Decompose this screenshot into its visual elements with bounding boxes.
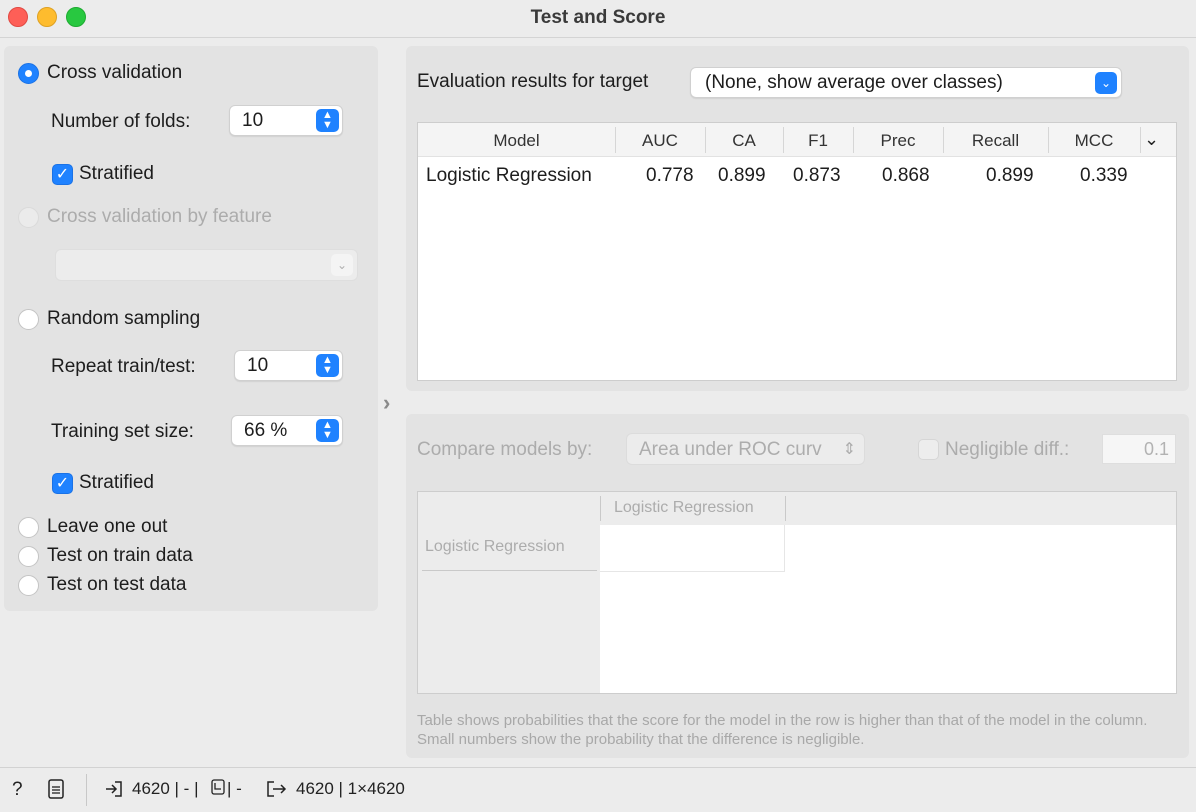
comparison-note: Table shows probabilities that the score… xyxy=(417,712,1148,748)
cell-f1: 0.873 xyxy=(793,165,841,186)
comparison-row-header: Logistic Regression xyxy=(425,538,565,555)
test-on-train-label: Test on train data xyxy=(47,545,193,566)
test-on-test-label: Test on test data xyxy=(47,574,187,595)
target-dropdown[interactable]: (None, show average over classes) ⌄ xyxy=(690,67,1122,98)
negligible-diff-checkbox[interactable] xyxy=(918,439,939,460)
column-header-ca[interactable]: CA xyxy=(705,131,783,151)
input-summary: 4620 | - | xyxy=(132,779,199,798)
repeat-train-test-value: 10 xyxy=(247,355,269,376)
random-sampling-label: Random sampling xyxy=(47,308,201,329)
cell-model: Logistic Regression xyxy=(426,165,592,186)
test-on-test-radio[interactable] xyxy=(18,575,39,596)
results-table-header: Model AUC CA F1 Prec Recall MCC xyxy=(418,123,1176,157)
input-summary-tail: | - xyxy=(227,779,242,798)
cell-auc: 0.778 xyxy=(646,165,694,186)
training-set-size-dropdown[interactable]: 66 % ▲ ▼ xyxy=(231,415,343,446)
column-header-prec[interactable]: Prec xyxy=(853,131,943,151)
column-header-auc[interactable]: AUC xyxy=(615,131,705,151)
status-bar: ? 4620 | - | | - 4620 | 1×4620 xyxy=(0,767,1196,812)
compare-models-value: Area under ROC curv xyxy=(639,439,822,460)
rs-stratified-checkbox[interactable]: ✓ xyxy=(52,473,73,494)
target-value: (None, show average over classes) xyxy=(705,72,1003,93)
cross-validation-radio[interactable] xyxy=(18,63,39,84)
comparison-cell[interactable] xyxy=(600,525,785,572)
title-bar: Test and Score xyxy=(0,0,1196,38)
report-icon[interactable] xyxy=(48,779,64,804)
repeat-train-test-label: Repeat train/test: xyxy=(51,356,196,377)
input-icon xyxy=(104,779,124,804)
chevron-down-icon[interactable]: ⌄ xyxy=(1144,129,1159,150)
cv-stratified-label: Stratified xyxy=(79,163,154,184)
updown-chevron-icon: ⇕ xyxy=(842,441,856,458)
help-icon[interactable]: ? xyxy=(12,779,23,801)
test-on-train-radio[interactable] xyxy=(18,546,39,567)
cell-mcc: 0.339 xyxy=(1080,165,1128,186)
column-header-model[interactable]: Model xyxy=(418,131,615,151)
cell-recall: 0.899 xyxy=(986,165,1034,186)
stepper-icon[interactable]: ▲ ▼ xyxy=(316,109,339,132)
cv-stratified-checkbox[interactable]: ✓ xyxy=(52,164,73,185)
training-set-size-label: Training set size: xyxy=(51,421,194,442)
compare-models-label: Compare models by: xyxy=(417,439,593,460)
window-title: Test and Score xyxy=(530,7,666,28)
cell-ca: 0.899 xyxy=(718,165,766,186)
repeat-train-test-spinbox[interactable]: 10 ▲ ▼ xyxy=(234,350,343,381)
chevron-down-icon: ⌄ xyxy=(331,254,353,276)
comparison-column-header: Logistic Regression xyxy=(614,499,754,516)
cell-prec: 0.868 xyxy=(882,165,930,186)
negligible-diff-input[interactable]: 0.1 xyxy=(1102,434,1176,464)
cv-by-feature-label: Cross validation by feature xyxy=(47,206,272,227)
column-header-mcc[interactable]: MCC xyxy=(1048,131,1140,151)
stepper-icon[interactable]: ▲ ▼ xyxy=(316,354,339,377)
output-summary: 4620 | 1×4620 xyxy=(296,779,405,798)
training-set-size-value: 66 % xyxy=(244,420,288,441)
target-label: Evaluation results for target xyxy=(417,71,649,92)
negligible-diff-label: Negligible diff.: xyxy=(945,439,1070,460)
compare-models-dropdown[interactable]: Area under ROC curv ⇕ xyxy=(626,433,865,465)
column-header-recall[interactable]: Recall xyxy=(943,131,1048,151)
results-table: Model AUC CA F1 Prec Recall MCC Logistic… xyxy=(417,122,1177,381)
cv-by-feature-radio[interactable] xyxy=(18,207,39,228)
data-icon xyxy=(211,779,225,800)
column-header-f1[interactable]: F1 xyxy=(783,131,853,151)
cross-validation-label: Cross validation xyxy=(47,62,183,83)
cv-feature-dropdown[interactable]: ⌄ xyxy=(55,249,358,281)
splitter-arrow-icon[interactable]: › xyxy=(383,390,390,416)
leave-one-out-radio[interactable] xyxy=(18,517,39,538)
leave-one-out-label: Leave one out xyxy=(47,516,168,537)
number-of-folds-value: 10 xyxy=(242,110,264,131)
rs-stratified-label: Stratified xyxy=(79,472,154,493)
comparison-table: Logistic Regression Logistic Regression xyxy=(417,491,1177,694)
number-of-folds-label: Number of folds: xyxy=(51,111,191,132)
chevron-down-icon: ⌄ xyxy=(1095,72,1117,94)
number-of-folds-spinbox[interactable]: 10 ▲ ▼ xyxy=(229,105,343,136)
random-sampling-radio[interactable] xyxy=(18,309,39,330)
stepper-icon[interactable]: ▲ ▼ xyxy=(316,419,339,442)
output-icon xyxy=(265,779,287,804)
